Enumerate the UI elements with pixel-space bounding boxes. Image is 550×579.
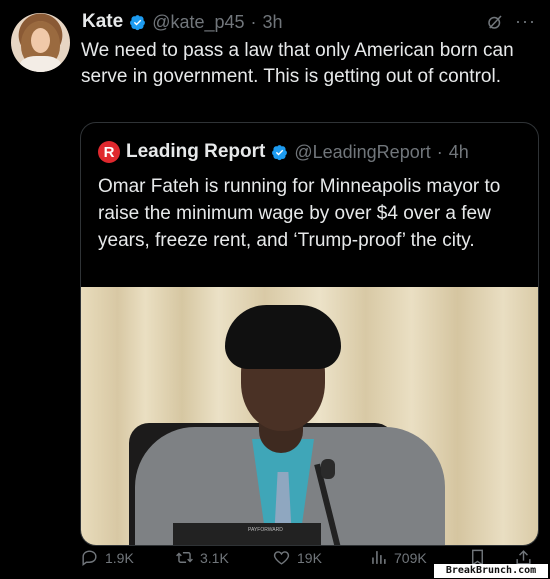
separator-dot: · — [250, 11, 257, 32]
tweet-time[interactable]: 3h — [263, 12, 283, 33]
quoted-author-handle[interactable]: @LeadingReport — [294, 142, 430, 163]
laptop-sticker-text: PAYFORWARD — [248, 527, 283, 533]
avatar[interactable] — [11, 13, 70, 72]
quoted-tweet[interactable]: R Leading Report @LeadingReport · 4h Oma… — [80, 122, 539, 546]
verified-badge-icon — [130, 14, 146, 30]
reply-icon — [82, 550, 97, 567]
views-chart-icon — [372, 551, 386, 564]
quoted-tweet-photo[interactable]: PAYFORWARD — [81, 287, 538, 545]
repost-count: 3.1K — [200, 549, 229, 566]
reply-count: 1.9K — [105, 549, 134, 566]
tweet-header: Kate @kate_p45 · 3h — [82, 10, 283, 34]
verified-badge-icon — [272, 144, 288, 160]
watermark: BreakBrunch.com — [434, 564, 548, 578]
author-name[interactable]: Kate — [82, 11, 123, 33]
quoted-tweet-text: Omar Fateh is running for Minneapolis ma… — [98, 176, 501, 251]
quoted-author-name[interactable]: Leading Report — [126, 141, 265, 163]
like-button[interactable]: 19K — [272, 548, 322, 567]
heart-icon — [273, 551, 290, 565]
quoted-tweet-time[interactable]: 4h — [449, 142, 469, 163]
quoted-tweet-header: R Leading Report @LeadingReport · 4h — [98, 141, 469, 163]
like-count: 19K — [297, 549, 322, 566]
author-handle[interactable]: @kate_p45 — [152, 12, 244, 33]
views-button[interactable]: 709K — [369, 548, 427, 567]
separator-dot: · — [436, 141, 443, 162]
views-count: 709K — [394, 549, 427, 566]
leading-report-logo: R — [98, 141, 120, 163]
grok-icon[interactable] — [486, 13, 504, 31]
more-dots-icon[interactable]: ··· — [515, 12, 536, 30]
tweet-text: We need to pass a law that only American… — [81, 40, 514, 87]
repost-icon — [176, 552, 193, 563]
reply-button[interactable]: 1.9K — [80, 548, 134, 567]
repost-button[interactable]: 3.1K — [175, 548, 229, 567]
